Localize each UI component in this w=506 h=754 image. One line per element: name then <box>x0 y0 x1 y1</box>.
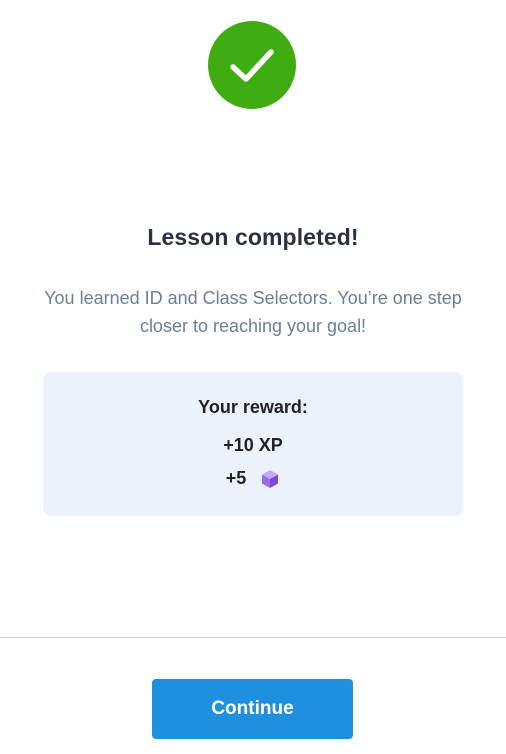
reward-panel: Your reward: +10 XP +5 <box>43 372 463 516</box>
continue-button[interactable]: Continue <box>152 679 353 739</box>
reward-xp: +10 XP <box>223 435 283 455</box>
reward-gems-row: +5 <box>43 468 463 489</box>
lesson-message: You learned ID and Class Selectors. You’… <box>44 288 462 336</box>
gem-cube-icon <box>262 469 279 488</box>
checkmark-icon <box>230 49 274 82</box>
reward-gems-value: +5 <box>225 468 247 488</box>
page-title: Lesson completed! <box>147 224 359 250</box>
lesson-complete-page: Lesson completed! You learned ID and Cla… <box>0 0 506 754</box>
footer-divider <box>0 637 506 638</box>
reward-title: Your reward: <box>198 397 308 417</box>
success-badge <box>208 21 296 109</box>
